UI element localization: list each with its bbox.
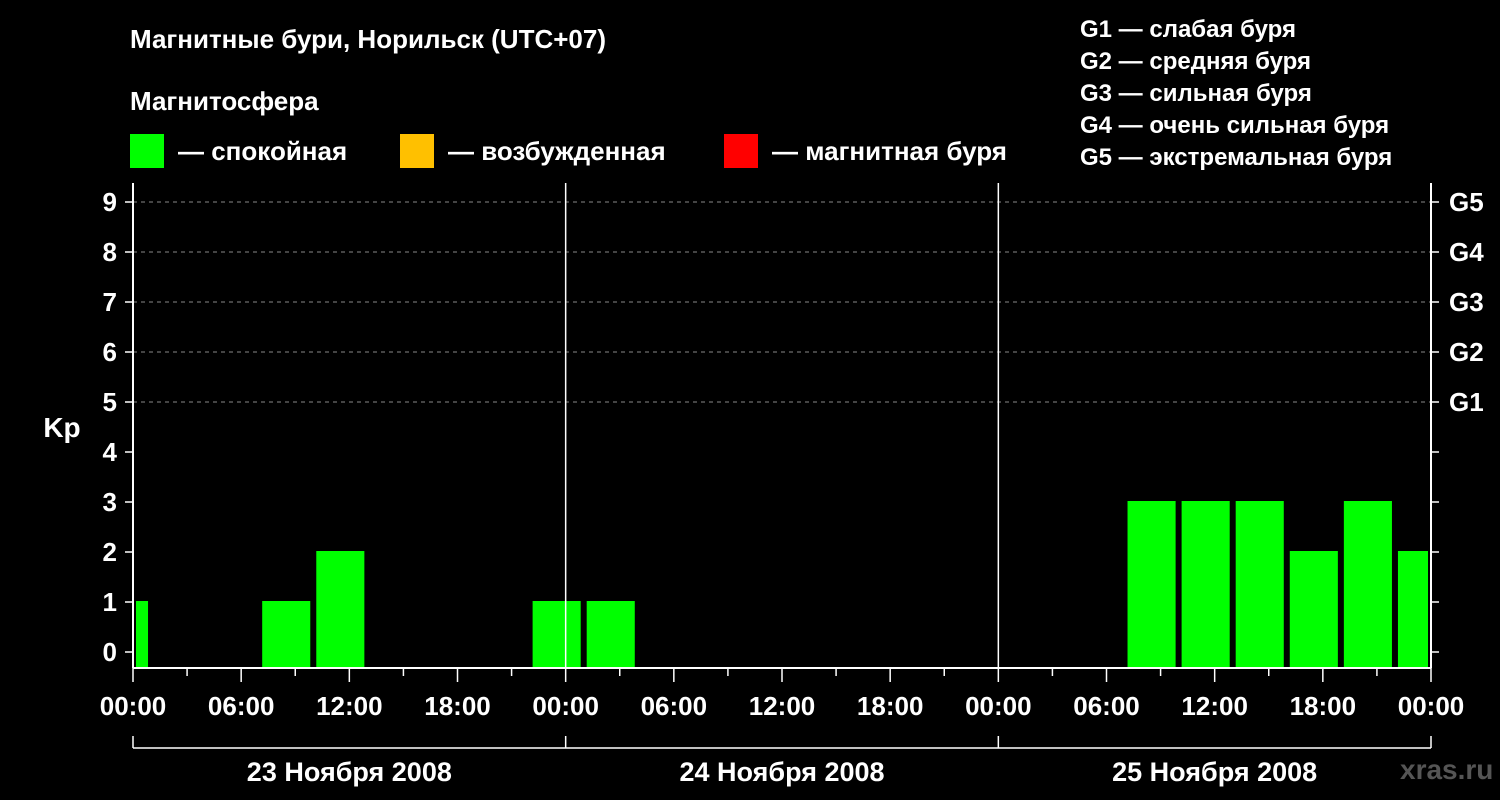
y-tick-label: 0 (103, 637, 117, 667)
day-label: 23 Ноября 2008 (247, 757, 452, 787)
kp-bar (316, 551, 365, 668)
kp-bar (586, 601, 635, 668)
kp-bar (1289, 551, 1338, 668)
kp-bar (1181, 501, 1230, 668)
kp-bar (136, 601, 149, 668)
g-tick-label: G4 (1449, 237, 1484, 267)
g-tick-label: G3 (1449, 287, 1484, 317)
x-tick-label: 18:00 (857, 691, 924, 721)
kp-bar (1235, 501, 1284, 668)
x-tick-label: 06:00 (641, 691, 708, 721)
g-tick-label: G2 (1449, 337, 1484, 367)
x-tick-label: 00:00 (100, 691, 167, 721)
day-label: 24 Ноября 2008 (679, 757, 884, 787)
y-tick-label: 7 (103, 287, 117, 317)
y-tick-label: 4 (103, 437, 118, 467)
g-tick-label: G1 (1449, 387, 1484, 417)
y-tick-label: 6 (103, 337, 117, 367)
x-tick-label: 12:00 (1181, 691, 1248, 721)
kp-bar (1343, 501, 1392, 668)
x-tick-label: 12:00 (749, 691, 816, 721)
y-tick-label: 5 (103, 387, 117, 417)
y-axis-label: Kp (43, 412, 80, 443)
x-tick-label: 00:00 (965, 691, 1032, 721)
x-tick-label: 00:00 (532, 691, 599, 721)
x-tick-label: 06:00 (208, 691, 275, 721)
kp-bar (1127, 501, 1176, 668)
day-label: 25 Ноября 2008 (1112, 757, 1317, 787)
y-tick-label: 8 (103, 237, 117, 267)
y-tick-label: 9 (103, 187, 117, 217)
kp-bar (1397, 551, 1428, 668)
kp-bar (532, 601, 581, 668)
watermark: xras.ru (1400, 754, 1494, 785)
x-tick-label: 06:00 (1073, 691, 1140, 721)
x-tick-label: 00:00 (1398, 691, 1465, 721)
y-tick-label: 2 (103, 537, 117, 567)
x-tick-label: 18:00 (1290, 691, 1357, 721)
y-tick-label: 3 (103, 487, 117, 517)
kp-bar (262, 601, 311, 668)
g-tick-label: G5 (1449, 187, 1484, 217)
x-tick-label: 12:00 (316, 691, 383, 721)
kp-chart: 0 1 2 3 4 5 6 7 8 9 G1 G2 G3 G4 G5 Kp 00:00 06:00 12:00 18:… (43, 183, 1484, 787)
y-tick-label: 1 (103, 587, 117, 617)
x-tick-label: 18:00 (424, 691, 491, 721)
